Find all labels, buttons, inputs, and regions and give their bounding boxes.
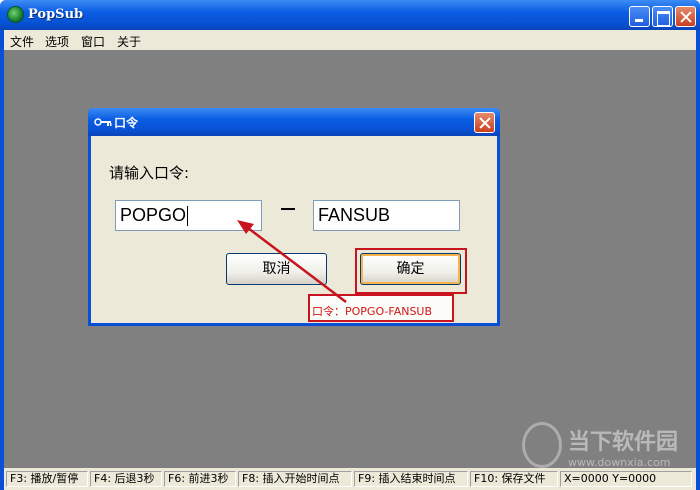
password-field-2-value: FANSUB: [318, 205, 391, 225]
menu-bar: 文件 选项 窗口 关于: [4, 30, 696, 50]
password-field-1-value: POPGO: [120, 205, 187, 225]
password-field-1[interactable]: POPGO: [115, 200, 262, 231]
dialog-title: 口令: [114, 116, 139, 130]
watermark-logo-icon: [522, 422, 562, 468]
password-field-2[interactable]: FANSUB: [313, 200, 460, 231]
status-f10: F10: 保存文件: [470, 471, 558, 487]
highlight-ok-button: [355, 248, 467, 294]
cancel-button[interactable]: 取消: [226, 253, 327, 285]
close-button[interactable]: [675, 6, 696, 27]
key-icon: [94, 118, 112, 126]
annotation-note: 口令：POPGO-FANSUB: [312, 305, 433, 318]
password-prompt: 请输入口令:: [109, 164, 190, 182]
dash-separator: [281, 208, 295, 210]
menu-options[interactable]: 选项: [45, 33, 69, 50]
status-f8: F8: 插入开始时间点: [238, 471, 352, 487]
menu-window[interactable]: 窗口: [81, 33, 105, 50]
minimize-button[interactable]: [629, 6, 650, 27]
text-caret: [187, 206, 189, 227]
status-f3: F3: 播放/暂停: [6, 471, 88, 487]
maximize-button[interactable]: [652, 6, 673, 27]
dialog-close-button[interactable]: [474, 112, 495, 133]
app-globe-icon[interactable]: [7, 6, 24, 23]
menu-about[interactable]: 关于: [117, 33, 141, 50]
status-bar: F3: 播放/暂停 F4: 后退3秒 F6: 前进3秒 F8: 插入开始时间点 …: [4, 468, 696, 490]
menu-file[interactable]: 文件: [10, 33, 34, 50]
status-f6: F6: 前进3秒: [164, 471, 236, 487]
window-title: PopSub: [28, 7, 84, 22]
dialog-title-bar[interactable]: 口令: [88, 108, 500, 136]
status-coords: X=0000 Y=0000: [560, 471, 692, 487]
status-f4: F4: 后退3秒: [90, 471, 162, 487]
title-bar[interactable]: PopSub: [0, 0, 700, 30]
watermark-text: 当下软件园: [568, 430, 679, 455]
status-f9: F9: 插入结束时间点: [354, 471, 468, 487]
